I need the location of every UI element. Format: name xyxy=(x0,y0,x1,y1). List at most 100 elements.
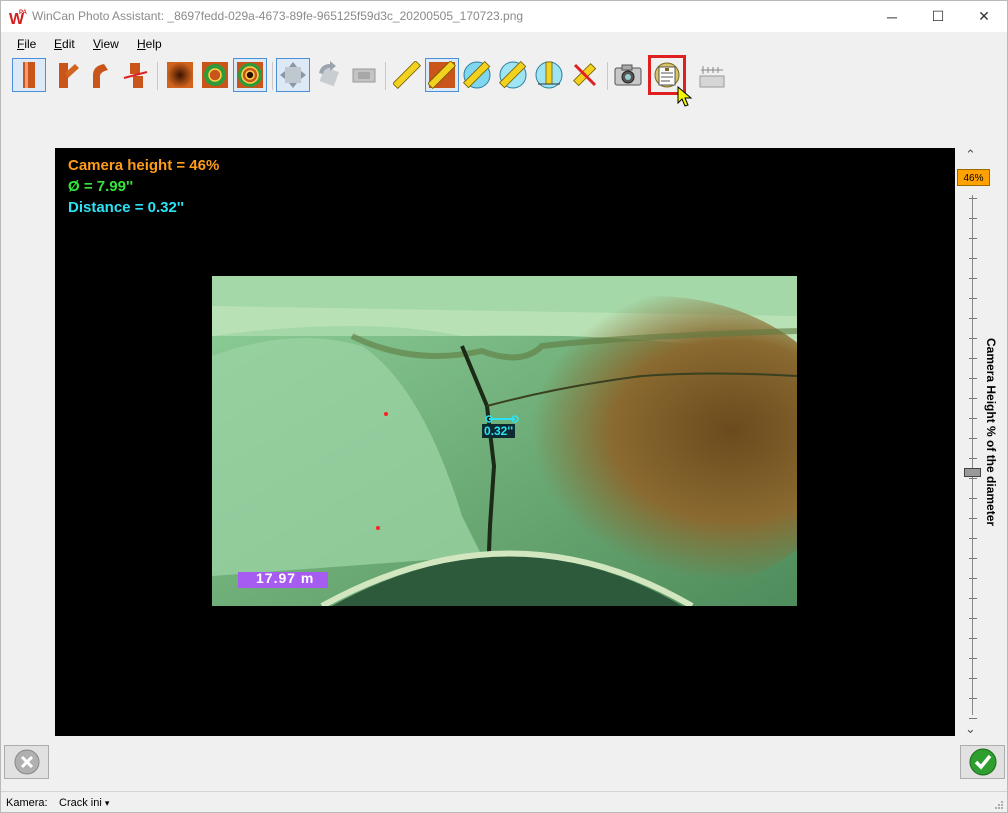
cancel-icon xyxy=(14,749,39,775)
measure-ruler-button[interactable] xyxy=(390,58,424,92)
maximize-button[interactable]: ☐ xyxy=(915,1,961,32)
slider-tick xyxy=(969,198,977,199)
pipe-photo-image xyxy=(212,276,797,606)
resize-grip-icon[interactable] xyxy=(994,800,1004,810)
scale-icon xyxy=(699,66,725,88)
measure-ruler-icon xyxy=(393,61,421,89)
round-view-button[interactable] xyxy=(198,58,232,92)
move-button[interactable] xyxy=(276,58,310,92)
slider-tick xyxy=(969,558,977,559)
slider-tick xyxy=(969,638,977,639)
ok-button[interactable] xyxy=(960,745,1005,779)
slider-down-arrow-icon[interactable]: ⌄ xyxy=(965,721,976,737)
toolbar-separator xyxy=(272,62,273,90)
offset-joint-button[interactable] xyxy=(118,58,152,92)
measure-height-icon xyxy=(535,61,563,89)
slider-tick xyxy=(969,578,977,579)
slider-tick xyxy=(969,478,977,479)
camera-label: Kamera: xyxy=(6,797,48,809)
window-title: WinCan Photo Assistant: _8697fedd-029a-4… xyxy=(32,9,524,23)
measure-diagonal-button[interactable] xyxy=(425,58,459,92)
slider-up-arrow-icon[interactable]: ⌃ xyxy=(965,147,976,163)
measure-height-button[interactable] xyxy=(532,58,566,92)
slider-tick xyxy=(969,238,977,239)
wincan-logo-icon: W PA xyxy=(9,10,28,27)
slider-track[interactable] xyxy=(972,195,973,715)
menu-edit-label: dit xyxy=(62,37,75,51)
menu-help-label: elp xyxy=(145,37,162,51)
camera-height-slider[interactable]: ⌃ 46% Camera Height % of the diameter ⌄ xyxy=(956,147,1007,738)
slider-tick xyxy=(969,618,977,619)
slider-tick xyxy=(969,718,977,719)
app-window: W PA WinCan Photo Assistant: _8697fedd-0… xyxy=(0,0,1008,813)
slider-tick xyxy=(969,458,977,459)
menu-help[interactable]: Help xyxy=(137,37,162,51)
measure-circle-button[interactable] xyxy=(460,58,494,92)
close-button[interactable]: ✕ xyxy=(961,1,1007,32)
report-icon xyxy=(654,62,680,88)
straight-pipe-icon xyxy=(23,62,35,88)
measure-point-button[interactable] xyxy=(568,58,602,92)
minimize-button[interactable]: ─ xyxy=(869,1,915,32)
y-junction-button[interactable] xyxy=(48,58,82,92)
menu-file[interactable]: File xyxy=(17,37,36,51)
measure-circle-alt-button[interactable] xyxy=(496,58,530,92)
frame-icon xyxy=(352,68,376,83)
toolbar-separator xyxy=(385,62,386,90)
menu-file-label: ile xyxy=(24,37,37,51)
slider-tick xyxy=(969,438,977,439)
scale-button[interactable] xyxy=(695,58,729,92)
slider-tick xyxy=(969,358,977,359)
chevron-down-icon: ▾ xyxy=(104,798,110,808)
cancel-button[interactable] xyxy=(4,745,49,779)
menu-edit[interactable]: Edit xyxy=(54,37,75,51)
pipe-inspection-photo: 0.32'' 17.97 m xyxy=(212,276,797,606)
frame-button[interactable] xyxy=(347,58,381,92)
menu-help-mnemonic: H xyxy=(137,37,146,51)
toolbar-separator xyxy=(607,62,608,90)
slider-tick xyxy=(969,678,977,679)
bend-icon xyxy=(93,64,108,88)
straight-pipe-button[interactable] xyxy=(12,58,46,92)
svg-text:PA: PA xyxy=(19,10,28,16)
slider-tick xyxy=(969,538,977,539)
image-viewport[interactable]: Camera height = 46% Ø = 7.99'' Distance … xyxy=(55,148,955,736)
slider-tick xyxy=(969,318,977,319)
toolbar xyxy=(1,55,1007,107)
measure-circle-alt-icon xyxy=(498,60,527,89)
measure-diagonal-icon xyxy=(428,61,456,89)
round-view-double-button[interactable] xyxy=(233,58,267,92)
rotate-icon xyxy=(319,61,339,87)
distance-readout: Distance = 0.32'' xyxy=(68,199,184,216)
slider-tick xyxy=(969,518,977,519)
bend-button[interactable] xyxy=(83,58,117,92)
measure-point-icon xyxy=(573,63,597,87)
slider-tick xyxy=(969,338,977,339)
slider-tick xyxy=(969,298,977,299)
square-view-button[interactable] xyxy=(163,58,197,92)
slider-axis-label: Camera Height % of the diameter xyxy=(984,338,998,527)
menu-view[interactable]: View xyxy=(93,37,119,51)
slider-tick xyxy=(969,398,977,399)
camera-button[interactable] xyxy=(611,58,645,92)
camera-height-readout: Camera height = 46% xyxy=(68,157,220,174)
checkmark-icon xyxy=(969,748,996,776)
distance-counter: 17.97 m xyxy=(256,570,315,586)
slider-thumb[interactable] xyxy=(964,468,981,477)
mouse-cursor-icon xyxy=(677,86,693,107)
diameter-readout: Ø = 7.99'' xyxy=(68,178,134,195)
menu-edit-mnemonic: E xyxy=(54,37,63,51)
menu-bar: File Edit View Help xyxy=(1,33,1007,55)
round-view-icon xyxy=(202,62,228,88)
camera-select[interactable]: Crack ini ▾ xyxy=(59,797,109,809)
measure-label: 0.32'' xyxy=(482,424,516,438)
offset-joint-icon xyxy=(123,63,148,88)
slider-tick xyxy=(969,418,977,419)
slider-tick xyxy=(969,218,977,219)
camera-icon xyxy=(614,64,642,86)
status-bar: Kamera: Crack ini ▾ xyxy=(1,791,1007,812)
y-junction-icon xyxy=(59,63,79,88)
close-icon: ✕ xyxy=(978,8,990,24)
rotate-button[interactable] xyxy=(312,58,346,92)
maximize-icon: ☐ xyxy=(931,8,945,24)
